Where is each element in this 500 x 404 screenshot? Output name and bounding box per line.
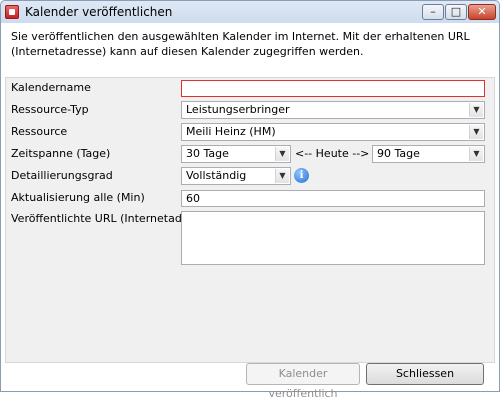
close-button[interactable]: Schliessen: [366, 363, 484, 385]
chevron-down-icon[interactable]: ▼: [275, 147, 289, 161]
publish-button[interactable]: Kalender veröffentlich: [246, 363, 360, 400]
maximize-button[interactable]: □: [445, 4, 467, 20]
dialog-client-area: Sie veröffentlichen den ausgewählten Kal…: [1, 23, 499, 400]
chevron-down-icon[interactable]: ▼: [275, 169, 289, 183]
ressource-select[interactable]: Meili Heinz (HM) ▼: [181, 123, 485, 141]
ressource-typ-value: Leistungserbringer: [186, 103, 290, 116]
zeitspanne-before-select[interactable]: 30 Tage ▼: [181, 145, 291, 163]
url-textarea[interactable]: [181, 211, 485, 265]
minimize-button[interactable]: –: [422, 4, 444, 20]
chevron-down-icon[interactable]: ▼: [469, 103, 483, 117]
zeitspanne-label: Zeitspanne (Tage): [11, 147, 111, 160]
detaillierungsgrad-select[interactable]: Vollständig ▼: [181, 167, 291, 185]
close-window-button[interactable]: ✕: [468, 4, 496, 20]
zeitspanne-after-select[interactable]: 90 Tage ▼: [372, 145, 485, 163]
intro-text: Sie veröffentlichen den ausgewählten Kal…: [11, 30, 470, 58]
ressource-typ-select[interactable]: Leistungserbringer ▼: [181, 101, 485, 119]
aktualisierung-label: Aktualisierung alle (Min): [11, 191, 145, 204]
kalendername-label: Kalendername: [11, 81, 91, 94]
aktualisierung-input[interactable]: 60: [181, 190, 485, 207]
kalendername-input[interactable]: [181, 80, 485, 97]
zeitspanne-before-value: 30 Tage: [186, 147, 229, 160]
detaillierungsgrad-value: Vollständig: [186, 169, 247, 182]
chevron-down-icon[interactable]: ▼: [469, 147, 483, 161]
detaillierungsgrad-label: Detaillierungsgrad: [11, 169, 113, 182]
heute-separator: <-- Heute -->: [295, 147, 370, 160]
title-bar[interactable]: Kalender veröffentlichen – □ ✕: [1, 1, 499, 23]
chevron-down-icon[interactable]: ▼: [469, 125, 483, 139]
window-title: Kalender veröffentlichen: [25, 5, 173, 19]
dialog-window: Kalender veröffentlichen – □ ✕ Sie veröf…: [0, 0, 500, 400]
ressource-value: Meili Heinz (HM): [186, 125, 276, 138]
zeitspanne-after-value: 90 Tage: [377, 147, 420, 160]
info-icon[interactable]: i: [294, 168, 309, 183]
ressource-typ-label: Ressource-Typ: [11, 103, 89, 116]
calendar-app-icon: [5, 5, 19, 19]
ressource-label: Ressource: [11, 125, 68, 138]
